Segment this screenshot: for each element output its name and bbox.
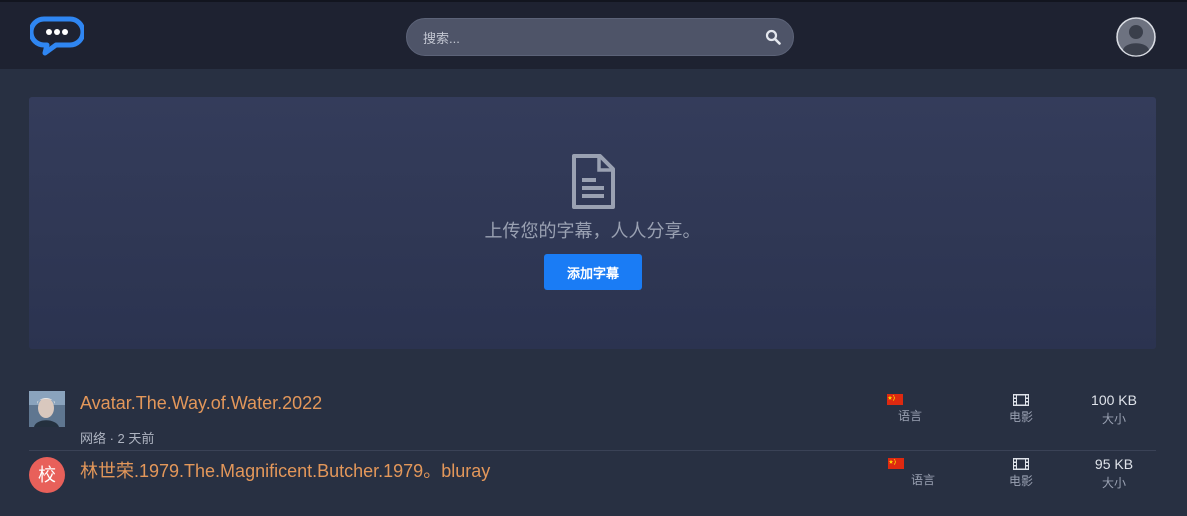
- size-column: 95 KB 大小: [1079, 456, 1149, 491]
- file-size: 100 KB: [1091, 392, 1137, 408]
- film-icon: [1013, 394, 1029, 406]
- size-label: 大小: [1101, 412, 1126, 426]
- file-size: 95 KB: [1094, 456, 1134, 472]
- row-divider: [29, 450, 1156, 451]
- poster-thumbnail: [29, 391, 65, 427]
- type-column: 电影: [986, 458, 1056, 489]
- film-icon: [1013, 458, 1029, 470]
- size-label: 大小: [1101, 476, 1126, 490]
- language-column: 语言: [888, 458, 958, 488]
- subtitle-row[interactable]: Avatar.The.Way.of.Water.2022 网络 · 2 天前 语…: [29, 388, 1156, 452]
- search-input[interactable]: [421, 19, 755, 57]
- type-column: 电影: [986, 394, 1056, 425]
- user-avatar-icon[interactable]: [1116, 17, 1156, 57]
- document-icon: [572, 154, 615, 209]
- add-subtitle-button[interactable]: 添加字幕: [544, 254, 642, 290]
- language-label: 语言: [897, 409, 922, 423]
- language-label: 语言: [910, 473, 935, 487]
- search-icon[interactable]: [765, 29, 781, 45]
- subtitle-row[interactable]: 校 林世荣.1979.The.Magnificent.Butcher.1979。…: [29, 452, 1156, 516]
- type-label: 电影: [1008, 474, 1033, 488]
- top-bar: [0, 0, 1187, 69]
- subtitle-meta: 网络 · 2 天前: [80, 431, 155, 446]
- subtitle-title-link[interactable]: 林世荣.1979.The.Magnificent.Butcher.1979。bl…: [80, 457, 490, 483]
- search-box: [406, 18, 794, 57]
- subtitle-title-link[interactable]: Avatar.The.Way.of.Water.2022: [80, 393, 322, 414]
- size-column: 100 KB 大小: [1079, 392, 1149, 427]
- language-column: 语言: [875, 394, 945, 424]
- china-flag-icon: [888, 458, 904, 469]
- china-flag-icon: [887, 394, 903, 405]
- upload-panel: 上传您的字幕，人人分享。 添加字幕: [29, 97, 1156, 349]
- upload-prompt-text: 上传您的字幕，人人分享。: [484, 221, 701, 241]
- chat-bubble-logo-icon[interactable]: [30, 16, 84, 56]
- type-label: 电影: [1008, 410, 1033, 424]
